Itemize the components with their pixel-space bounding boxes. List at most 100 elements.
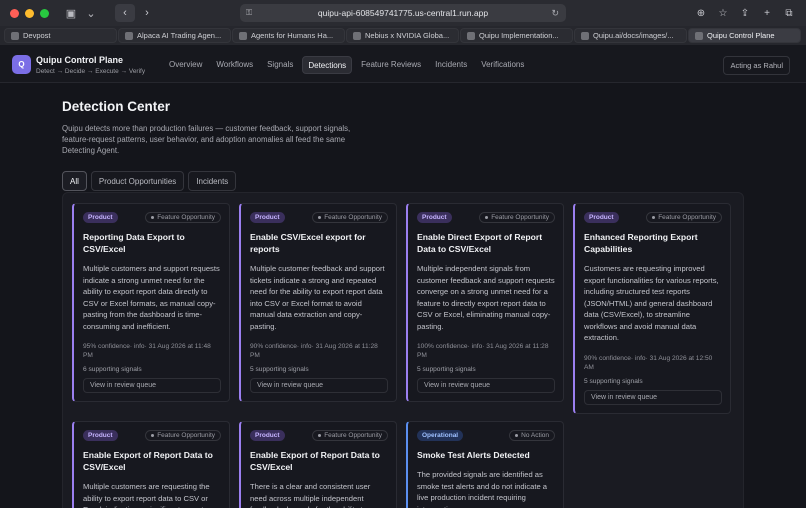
dot-icon [151,215,155,219]
reload-icon[interactable]: ↻ [551,8,559,19]
supporting-signals: 6 supporting signals [83,366,142,373]
nav-workflows[interactable]: Workflows [211,56,258,74]
category-badge: Product [417,212,452,223]
browser-tab[interactable]: Alpaca AI Trading Agen... [118,28,231,43]
card-meta: 90% confidence· info· 31 Aug 2026 at 11:… [250,343,378,359]
close-window-button[interactable] [10,8,19,18]
card-meta: 90% confidence· info· 31 Aug 2026 at 12:… [584,354,713,371]
type-badge: Feature Opportunity [312,212,388,223]
card-title: Enable CSV/Excel export for reports [250,232,366,254]
dot-icon [515,433,519,437]
share-icon[interactable]: ⇪ [736,4,754,22]
dot-icon [151,433,155,437]
view-review-queue-button[interactable]: View in review queue [417,378,555,393]
type-badge: Feature Opportunity [145,212,221,223]
category-badge: Product [83,430,118,441]
new-tab-icon[interactable]: + [758,4,776,22]
filter-tabs: All Product Opportunities Incidents [62,171,237,191]
nav-detections[interactable]: Detections [302,56,353,74]
card-title: Enhanced Reporting Export Capabilities [584,232,698,254]
tab-favicon-icon [125,31,133,40]
category-badge: Operational [417,430,464,441]
browser-toolbar: ▣ ⌄ ‹ › ⚿ quipu-api-608549741775.us-cent… [0,0,806,26]
card-title: Enable Export of Report Data to CSV/Exce… [83,450,213,472]
nav-feature-reviews[interactable]: Feature Reviews [356,56,426,74]
address-bar[interactable]: ⚿ quipu-api-608549741775.us-central1.run… [240,4,566,22]
type-badge: Feature Opportunity [145,430,221,441]
card-title: Smoke Test Alerts Detected [417,450,530,460]
zoom-window-button[interactable] [40,8,49,18]
detection-card[interactable]: Product Feature Opportunity Enable CSV/E… [239,203,397,402]
detection-card[interactable]: Operational No Action Smoke Test Alerts … [406,421,564,508]
browser-tab-active[interactable]: Quipu Control Plane [688,28,801,43]
back-button[interactable]: ‹ [115,4,135,22]
acting-as-button[interactable]: Acting as Rahul [723,56,790,75]
card-body: Customers are requesting improved export… [584,264,719,342]
view-review-queue-button[interactable]: View in review queue [83,378,221,393]
app-header: Q Quipu Control Plane Detect → Decide → … [0,45,806,83]
filter-incidents[interactable]: Incidents [188,171,237,191]
detection-card[interactable]: Product Feature Opportunity Enable Expor… [239,421,397,508]
card-body: The provided signals are identified as s… [417,470,548,508]
detection-card[interactable]: Product Feature Opportunity Reporting Da… [72,203,230,402]
card-body: Multiple customers and support requests … [83,264,220,331]
bookmark-star-icon[interactable]: ☆ [714,4,732,22]
view-review-queue-button[interactable]: View in review queue [250,378,388,393]
page-title: Detection Center [62,99,171,114]
filter-all[interactable]: All [62,171,87,191]
browser-tab[interactable]: Quipu.ai/docs/images/... [574,28,687,43]
tab-favicon-icon [695,31,703,40]
tab-overview-icon[interactable]: ⧉ [780,4,798,22]
nav-incidents[interactable]: Incidents [430,56,472,74]
card-body: Multiple independent signals from custom… [417,264,555,331]
supporting-signals: 5 supporting signals [584,377,643,385]
browser-tab[interactable]: Nebius x NVIDIA Globa... [346,28,459,43]
nav-signals[interactable]: Signals [262,56,298,74]
filter-product-opportunities[interactable]: Product Opportunities [90,171,185,191]
category-badge: Product [83,212,118,223]
site-info-icon[interactable]: ⚿ [246,8,252,18]
main-nav: Overview Workflows Signals Detections Fe… [164,56,529,74]
detection-card[interactable]: Product Feature Opportunity Enhanced Rep… [573,203,731,414]
view-review-queue-button[interactable]: View in review queue [584,389,722,405]
category-badge: Product [250,430,285,441]
card-body: There is a clear and consistent user nee… [250,482,371,508]
dot-icon [318,433,322,437]
minimize-window-button[interactable] [25,8,34,18]
dot-icon [318,215,322,219]
category-badge: Product [250,212,285,223]
brand-tagline: Detect → Decide → Execute → Verify [36,68,146,75]
detection-card[interactable]: Product Feature Opportunity Enable Expor… [72,421,230,508]
type-badge: Feature Opportunity [312,430,388,441]
tab-favicon-icon [11,31,19,40]
supporting-signals: 5 supporting signals [250,366,309,373]
download-icon[interactable]: ⊕ [692,4,710,22]
detections-panel: Product Feature Opportunity Reporting Da… [62,192,744,508]
card-meta: 100% confidence· info· 31 Aug 2026 at 11… [417,343,549,359]
category-badge: Product [584,212,619,223]
tab-favicon-icon [467,31,475,40]
tab-favicon-icon [353,31,361,40]
card-title: Enable Export of Report Data to CSV/Exce… [250,450,380,472]
window-controls [10,8,49,18]
main-content: Detection Center Quipu detects more than… [0,83,806,508]
nav-overview[interactable]: Overview [164,56,207,74]
tab-favicon-icon [239,31,247,40]
brand-name: Quipu Control Plane [36,55,123,65]
forward-button[interactable]: › [137,4,157,22]
type-badge: No Action [509,430,555,441]
dot-icon [485,215,489,219]
card-title: Reporting Data Export to CSV/Excel [83,232,185,254]
chevron-down-icon[interactable]: ⌄ [81,4,101,22]
page-description: Quipu detects more than production failu… [62,124,351,155]
browser-tab[interactable]: Quipu Implementation... [460,28,573,43]
browser-tabs: Devpost Alpaca AI Trading Agen... Agents… [0,26,806,45]
nav-verifications[interactable]: Verifications [476,56,529,74]
sidebar-toggle-icon[interactable]: ▣ [61,4,81,22]
browser-tab[interactable]: Devpost [4,28,117,43]
type-badge: Feature Opportunity [646,212,722,223]
detection-card[interactable]: Product Feature Opportunity Enable Direc… [406,203,564,402]
browser-tab[interactable]: Agents for Humans Ha... [232,28,345,43]
card-meta: 95% confidence· info· 31 Aug 2026 at 11:… [83,343,211,359]
card-body: Multiple customer feedback and support t… [250,264,385,331]
